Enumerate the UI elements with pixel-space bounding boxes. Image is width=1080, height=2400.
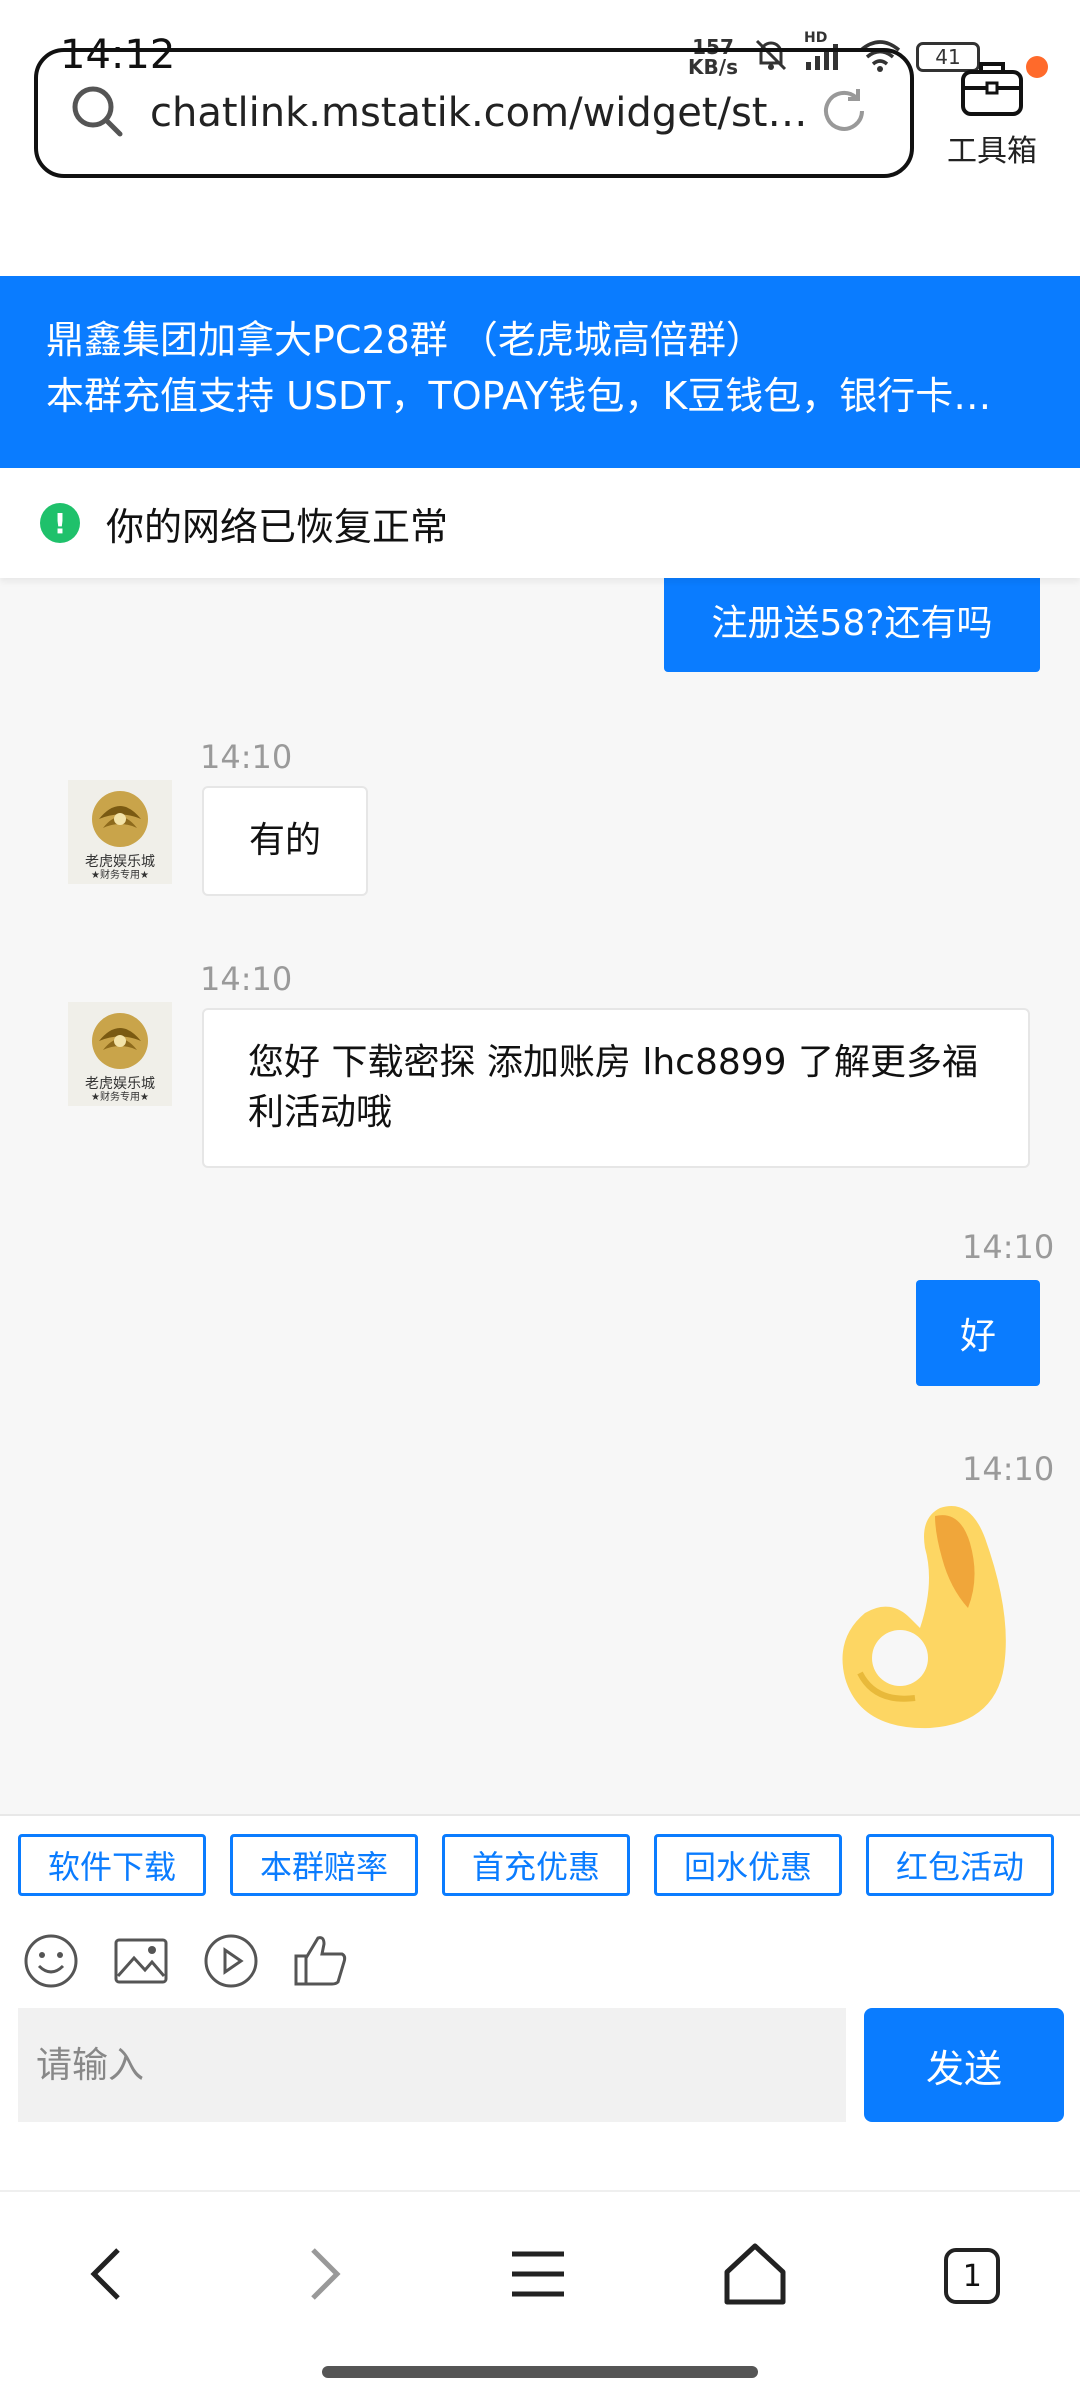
message-time: 14:10 [962,1228,1055,1266]
emoji-icon[interactable] [22,1932,80,1990]
reload-icon[interactable] [818,85,870,141]
message-text: 好 [959,1316,996,1357]
network-status-bar: ! 你的网络已恢复正常 [0,468,1080,578]
browser-bottom-nav: 1 [0,2190,1080,2360]
tiger-logo-icon [92,791,148,847]
quick-button-red-packet[interactable]: 红包活动 [866,1834,1054,1896]
quick-button-first-deposit[interactable]: 首充优惠 [442,1834,630,1896]
search-icon [68,82,126,144]
quick-button-odds[interactable]: 本群赔率 [230,1834,418,1896]
avatar-name: 老虎娱乐城 [85,854,155,870]
message-time: 14:10 [962,1450,1055,1488]
avatar-subtitle: ★财务专用★ [91,870,149,881]
message-text: 注册送58?还有吗 [711,603,993,644]
home-icon[interactable] [723,2242,787,2310]
message-text: 您好 下载密探 添加账房 lhc8899 了解更多福利活动哦 [248,1042,979,1133]
group-header: 鼎鑫集团加拿大PC28群 （老虎城高倍群） 本群充值支持 USDT，TOPAY钱… [0,276,1080,468]
message-text: 有的 [248,820,321,861]
avatar[interactable]: 老虎娱乐城 ★财务专用★ [68,1002,172,1106]
send-button[interactable]: 发送 [864,2008,1064,2122]
toolbox-label: 工具箱 [947,134,1037,169]
address-bar[interactable]: chatlink.mstatik.com/widget/st… [34,48,914,178]
alert-icon: ! [40,503,80,543]
menu-icon[interactable] [508,2244,568,2308]
ok-hand-sticker [820,1498,1020,1738]
tabs-icon[interactable]: 1 [942,2246,1002,2306]
composer-tools [0,1914,1080,2008]
tab-count: 1 [962,2258,982,2294]
avatar-subtitle: ★财务专用★ [91,1092,149,1103]
notification-dot [1026,56,1048,78]
message-bubble-self: 好 [916,1280,1040,1386]
video-icon[interactable] [202,1932,260,1990]
tiger-logo-icon [92,1013,148,1069]
hd-label: HD [804,30,828,46]
home-indicator [322,2366,758,2378]
url-text[interactable]: chatlink.mstatik.com/widget/st… [150,90,818,136]
message-bubble-other: 有的 [202,786,368,896]
input-row: 发送 [0,2008,1080,2128]
avatar[interactable]: 老虎娱乐城 ★财务专用★ [68,780,172,884]
quick-actions-row: 软件下载 本群赔率 首充优惠 回水优惠 红包活动 [0,1814,1080,1914]
back-icon[interactable] [78,2244,138,2308]
quick-button-rebate[interactable]: 回水优惠 [654,1834,842,1896]
message-bubble-self: 注册送58?还有吗 [664,578,1040,672]
group-title: 鼎鑫集团加拿大PC28群 （老虎城高倍群） [46,318,764,362]
network-status-text: 你的网络已恢复正常 [106,504,449,549]
message-time: 14:10 [200,960,293,998]
toolbox-button[interactable]: 工具箱 [932,56,1052,170]
group-notice[interactable]: 本群充值支持 USDT，TOPAY钱包，K豆钱包，银行卡… [46,368,1034,424]
message-time: 14:10 [200,738,293,776]
image-icon[interactable] [112,1932,170,1990]
forward-icon[interactable] [293,2244,353,2308]
message-bubble-other: 您好 下载密探 添加账房 lhc8899 了解更多福利活动哦 [202,1008,1030,1168]
ok-hand-icon [842,1506,1006,1729]
quick-button-software-download[interactable]: 软件下载 [18,1834,206,1896]
chat-area[interactable]: 注册送58?还有吗 14:10 老虎娱乐城 ★财务专用★ 有的 14:10 老虎… [0,578,1080,1814]
thumbs-up-icon[interactable] [292,1932,350,1990]
avatar-name: 老虎娱乐城 [85,1076,155,1092]
message-input[interactable] [18,2008,846,2122]
toolbox-icon [957,62,1027,122]
